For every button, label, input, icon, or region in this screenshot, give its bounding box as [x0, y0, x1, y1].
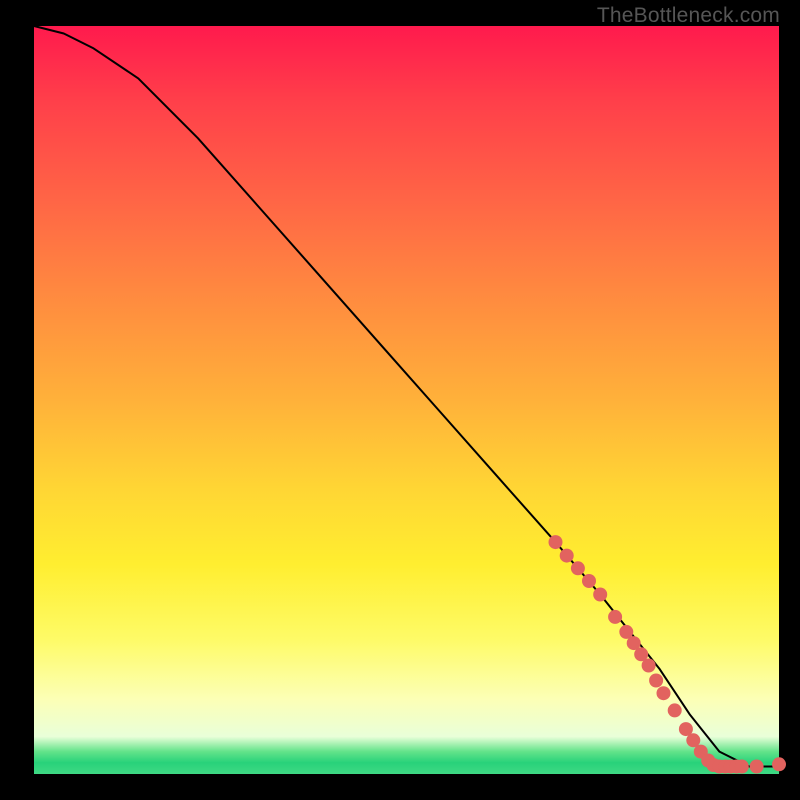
marker-dot: [593, 588, 607, 602]
marker-dot: [750, 760, 764, 774]
marker-dot: [772, 757, 786, 771]
chart-svg: [34, 26, 779, 774]
bottleneck-curve: [34, 26, 779, 767]
marker-dot: [657, 686, 671, 700]
marker-dot: [571, 561, 585, 575]
chart-frame: TheBottleneck.com: [0, 0, 800, 800]
marker-dot: [608, 610, 622, 624]
marker-dot: [649, 674, 663, 688]
marker-dot: [549, 535, 563, 549]
marker-dot: [560, 549, 574, 563]
marker-dot: [582, 574, 596, 588]
marker-dot: [735, 760, 749, 774]
watermark-text: TheBottleneck.com: [597, 4, 780, 28]
marker-dot: [668, 703, 682, 717]
plot-area: [34, 26, 779, 774]
marker-dot: [642, 659, 656, 673]
markers: [549, 535, 787, 773]
